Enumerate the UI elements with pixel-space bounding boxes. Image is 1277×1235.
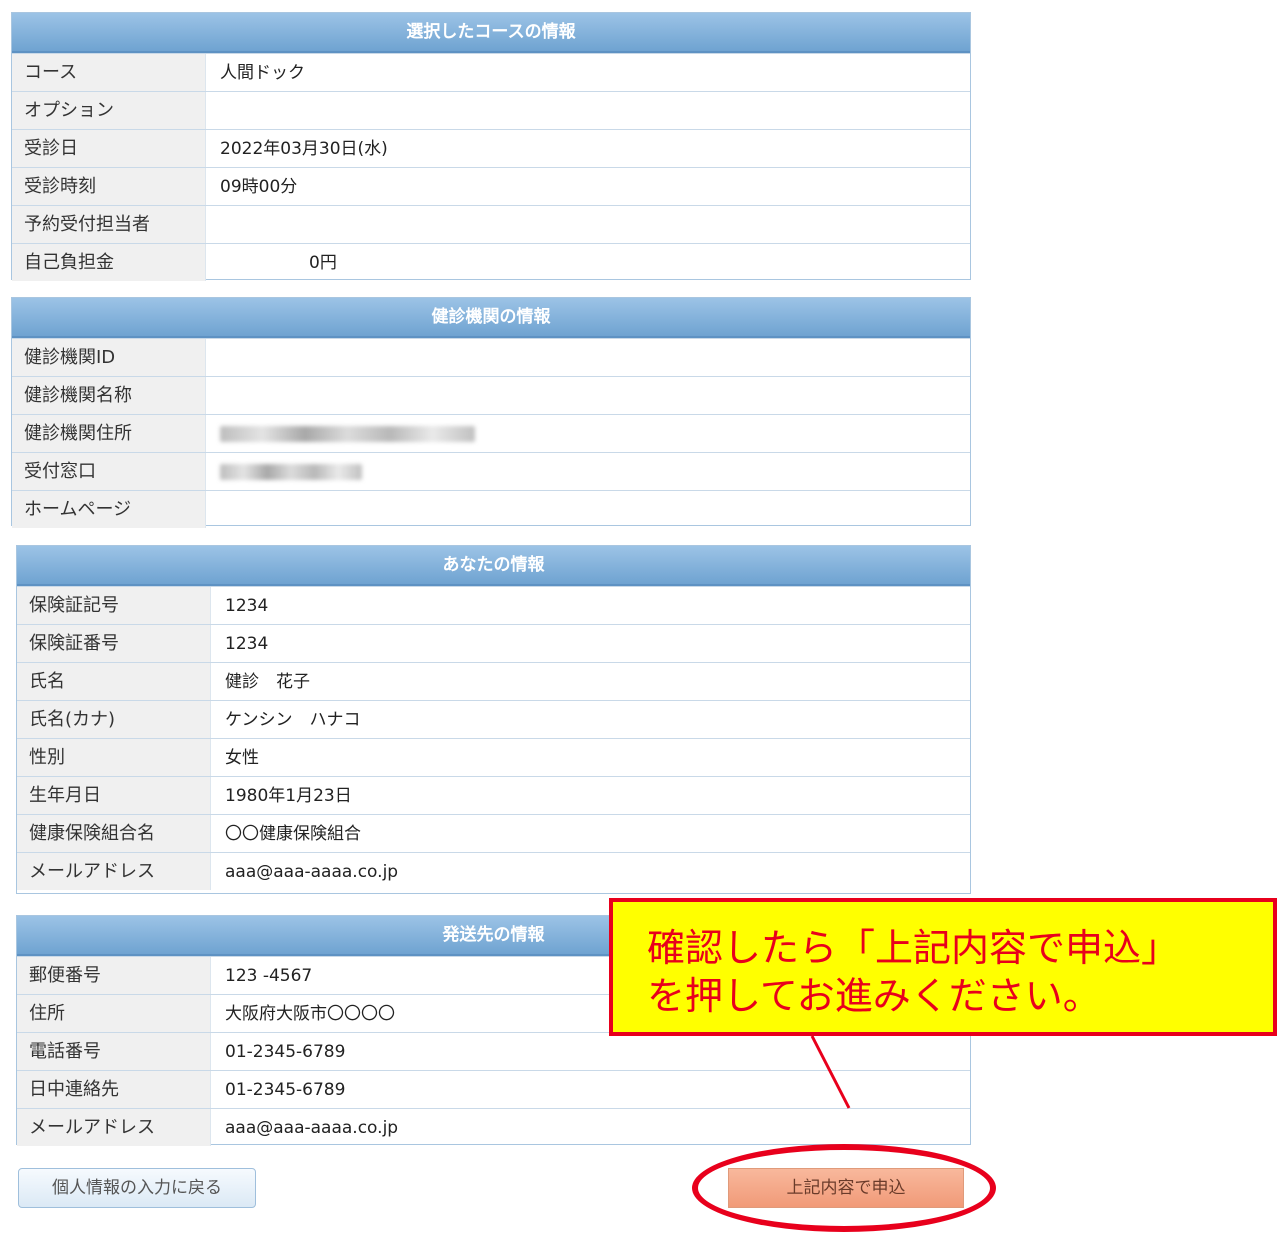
redacted-address <box>220 426 475 442</box>
exam-time-label: 受診時刻 <box>12 168 205 205</box>
phone-row: 電話番号 01-2345-6789 <box>17 1032 970 1070</box>
union-row: 健康保険組合名 〇〇健康保険組合 <box>17 814 970 852</box>
exam-date-value: 2022年03月30日(水) <box>205 130 970 167</box>
address-label: 住所 <box>17 995 210 1032</box>
exam-time-row: 受診時刻 09時00分 <box>12 167 970 205</box>
reception-row: 受付窓口 <box>12 452 970 490</box>
birthdate-label: 生年月日 <box>17 777 210 814</box>
copay-row: 自己負担金 0円 <box>12 243 970 281</box>
callout-line-1: 確認したら「上記内容で申込」 <box>647 926 1180 970</box>
insurance-number-value: 1234 <box>210 625 970 662</box>
option-row: オプション <box>12 91 970 129</box>
insurance-number-label: 保険証番号 <box>17 625 210 662</box>
homepage-row: ホームページ <box>12 490 970 528</box>
institution-id-row: 健診機関ID <box>12 338 970 376</box>
union-label: 健康保険組合名 <box>17 815 210 852</box>
institution-name-label: 健診機関名称 <box>12 377 205 414</box>
name-kana-value: ケンシン ハナコ <box>210 701 970 738</box>
copay-value: 0円 <box>205 244 970 281</box>
union-value: 〇〇健康保険組合 <box>210 815 970 852</box>
institution-address-value <box>205 415 970 452</box>
institution-info-panel: 健診機関の情報 健診機関ID 健診機関名称 健診機関住所 受付窓口 ホームページ <box>11 297 971 528</box>
option-label: オプション <box>12 92 205 129</box>
exam-date-label: 受診日 <box>12 130 205 167</box>
redacted-reception <box>220 464 362 480</box>
institution-name-row: 健診機関名称 <box>12 376 970 414</box>
name-kana-label: 氏名(カナ) <box>17 701 210 738</box>
course-info-panel: 選択したコースの情報 コース 人間ドック オプション 受診日 2022年03月30日… <box>11 12 971 281</box>
callout-line-2: を押してお進みください。 <box>647 974 1101 1018</box>
institution-address-row: 健診機関住所 <box>12 414 970 452</box>
institution-info-header: 健診機関の情報 <box>12 298 970 338</box>
copay-label: 自己負担金 <box>12 244 205 281</box>
birthdate-row: 生年月日 1980年1月23日 <box>17 776 970 814</box>
your-info-header: あなたの情報 <box>17 546 970 586</box>
staff-label: 予約受付担当者 <box>12 206 205 243</box>
instruction-callout: 確認したら「上記内容で申込」 を押してお進みください。 <box>609 898 1277 1036</box>
exam-time-value: 09時00分 <box>205 168 970 205</box>
postal-code-label: 郵便番号 <box>17 957 210 994</box>
staff-row: 予約受付担当者 <box>12 205 970 243</box>
name-label: 氏名 <box>17 663 210 700</box>
course-info-header: 選択したコースの情報 <box>12 13 970 53</box>
name-value: 健診 花子 <box>210 663 970 700</box>
institution-address-label: 健診機関住所 <box>12 415 205 452</box>
gender-value: 女性 <box>210 739 970 776</box>
shipping-email-value: aaa@aaa-aaaa.co.jp <box>210 1109 970 1146</box>
homepage-value <box>205 491 970 528</box>
apply-button[interactable]: 上記内容で申込 <box>728 1168 964 1208</box>
email-value: aaa@aaa-aaaa.co.jp <box>210 853 970 890</box>
gender-row: 性別 女性 <box>17 738 970 776</box>
your-info-panel: あなたの情報 保険証記号 1234 保険証番号 1234 氏名 健診 花子 氏名(カナ… <box>16 545 971 894</box>
exam-date-row: 受診日 2022年03月30日(水) <box>12 129 970 167</box>
gender-label: 性別 <box>17 739 210 776</box>
daytime-contact-row: 日中連絡先 01-2345-6789 <box>17 1070 970 1108</box>
daytime-contact-value: 01-2345-6789 <box>210 1071 970 1108</box>
reception-value <box>205 453 970 490</box>
course-row: コース 人間ドック <box>12 53 970 91</box>
insurance-number-row: 保険証番号 1234 <box>17 624 970 662</box>
homepage-label: ホームページ <box>12 491 205 528</box>
institution-name-value <box>205 377 970 414</box>
phone-value: 01-2345-6789 <box>210 1033 970 1070</box>
course-value: 人間ドック <box>205 54 970 91</box>
insurance-symbol-label: 保険証記号 <box>17 587 210 624</box>
shipping-email-label: メールアドレス <box>17 1109 210 1146</box>
email-row: メールアドレス aaa@aaa-aaaa.co.jp <box>17 852 970 890</box>
daytime-contact-label: 日中連絡先 <box>17 1071 210 1108</box>
shipping-email-row: メールアドレス aaa@aaa-aaaa.co.jp <box>17 1108 970 1146</box>
back-to-personal-info-button[interactable]: 個人情報の入力に戻る <box>18 1168 256 1208</box>
institution-id-label: 健診機関ID <box>12 339 205 376</box>
email-label: メールアドレス <box>17 853 210 890</box>
name-kana-row: 氏名(カナ) ケンシン ハナコ <box>17 700 970 738</box>
insurance-symbol-row: 保険証記号 1234 <box>17 586 970 624</box>
insurance-symbol-value: 1234 <box>210 587 970 624</box>
course-label: コース <box>12 54 205 91</box>
phone-label: 電話番号 <box>17 1033 210 1070</box>
name-row: 氏名 健診 花子 <box>17 662 970 700</box>
option-value <box>205 92 970 129</box>
birthdate-value: 1980年1月23日 <box>210 777 970 814</box>
staff-value <box>205 206 970 243</box>
institution-id-value <box>205 339 970 376</box>
reception-label: 受付窓口 <box>12 453 205 490</box>
